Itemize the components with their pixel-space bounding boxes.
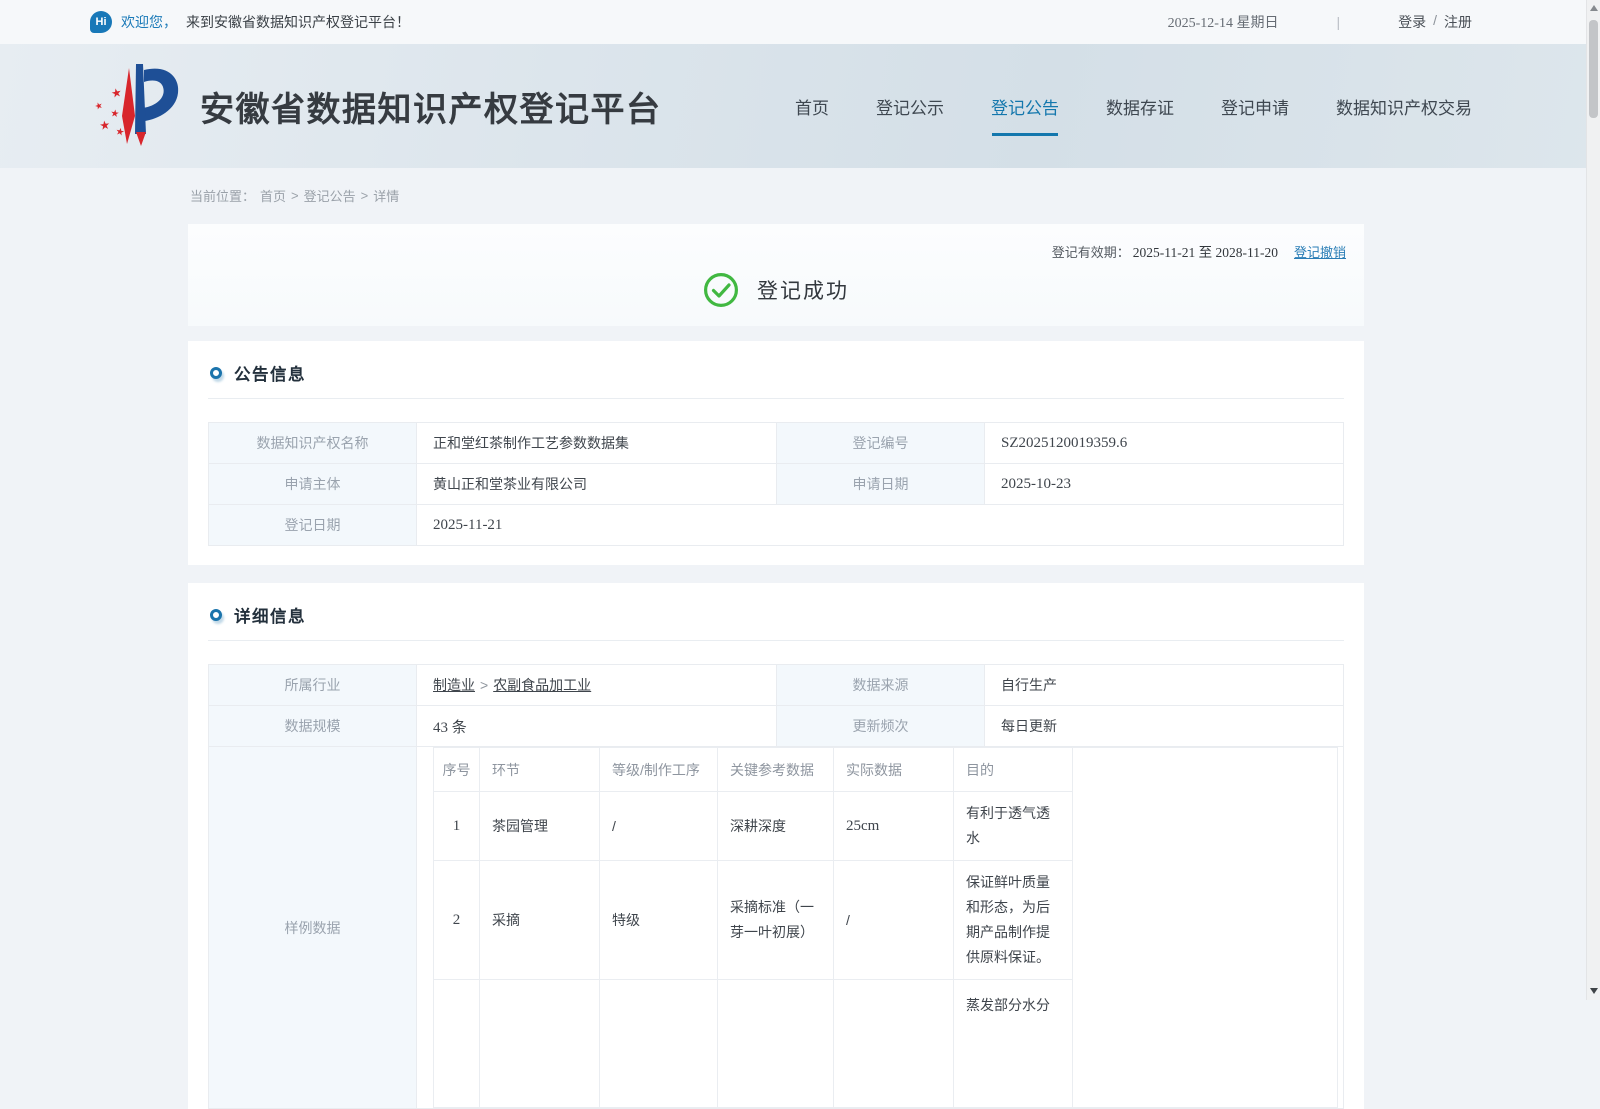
svg-text:★: ★ [114,126,125,139]
announcement-section-title: 公告信息 [234,361,306,385]
table-row: 所属行业 制造业 > 农副食品加工业 数据来源 自行生产 [209,665,1344,706]
breadcrumb-sep2: > [361,188,369,203]
sample-data-label: 样例数据 [209,747,417,1109]
detail-section-title: 详细信息 [234,603,306,627]
svg-text:★: ★ [110,85,123,101]
industry-separator: > [480,677,488,693]
svg-text:★: ★ [98,118,111,133]
validity-value: 2025-11-21 至 2028-11-20 [1133,241,1278,261]
applicant-value: 黄山正和堂茶业有限公司 [417,464,777,505]
industry-level1-link[interactable]: 制造业 [433,677,475,693]
scroll-up-arrow-icon[interactable] [1590,5,1598,11]
topbar: Hi 欢迎您， 来到安徽省数据知识产权登记平台！ 2025-12-14 星期日 … [0,0,1600,44]
announcement-card: 公告信息 数据知识产权名称 正和堂红茶制作工艺参数数据集 登记编号 SZ2025… [188,341,1364,565]
name-value: 正和堂红茶制作工艺参数数据集 [417,423,777,464]
scale-value: 43 条 [417,706,777,747]
industry-label: 所属行业 [209,665,417,706]
welcome-text: 来到安徽省数据知识产权登记平台！ [186,12,410,32]
col-actual: 实际数据 [834,748,954,792]
apply-date-label: 申请日期 [777,464,985,505]
applicant-label: 申请主体 [209,464,417,505]
reg-date-label: 登记日期 [209,505,417,546]
success-status-text: 登记成功 [757,275,849,305]
section-circle-icon [210,367,222,379]
industry-level2-link[interactable]: 农副食品加工业 [493,677,591,693]
nav-home[interactable]: 首页 [795,94,829,119]
col-key-ref: 关键参考数据 [718,748,834,792]
register-link[interactable]: 注册 [1444,12,1472,32]
scrollbar-thumb[interactable] [1589,20,1598,118]
auth-separator: / [1433,12,1437,32]
detail-table: 所属行业 制造业 > 农副食品加工业 数据来源 自行生产 数据规模 43 条 更新频… [208,664,1344,1109]
announcement-table: 数据知识产权名称 正和堂红茶制作工艺参数数据集 登记编号 SZ202512001… [208,422,1344,546]
table-row: 申请主体 黄山正和堂茶业有限公司 申请日期 2025-10-23 [209,464,1344,505]
breadcrumb-sep: > [291,188,299,203]
reg-no-label: 登记编号 [777,423,985,464]
main-nav: 首页 登记公示 登记公告 数据存证 登记申请 数据知识产权交易 [795,94,1472,119]
breadcrumb-section[interactable]: 登记公告 [304,186,356,205]
col-empty [1073,748,1338,1108]
reg-date-value: 2025-11-21 [417,505,1344,546]
nav-registration-publicity[interactable]: 登记公示 [876,94,944,119]
table-row: 数据规模 43 条 更新频次 每日更新 [209,706,1344,747]
welcome-highlight: 欢迎您， [121,12,177,32]
source-label: 数据来源 [777,665,985,706]
site-title: 安徽省数据知识产权登记平台 [200,82,662,131]
scroll-down-arrow-icon[interactable] [1590,988,1598,994]
hi-badge-icon: Hi [90,11,112,33]
platform-logo-icon: ★ ★ ★ ★ ★ [88,60,184,152]
breadcrumb-current: 详情 [373,186,399,205]
vertical-scrollbar[interactable] [1586,0,1600,1000]
col-stage: 环节 [480,748,600,792]
login-link[interactable]: 登录 [1398,12,1426,32]
col-grade: 等级/制作工序 [600,748,718,792]
current-date: 2025-12-14 星期日 [1168,12,1279,32]
section-circle-icon [210,609,222,621]
revoke-registration-link[interactable]: 登记撤销 [1294,242,1346,261]
success-card: 登记有效期： 2025-11-21 至 2028-11-20 登记撤销 登记成功 [188,224,1364,326]
detail-card: 详细信息 所属行业 制造业 > 农副食品加工业 数据来源 自行生产 数据规模 43 … [188,583,1364,1109]
scale-label: 数据规模 [209,706,417,747]
success-check-icon [703,272,739,308]
breadcrumb-label: 当前位置： [190,186,255,205]
breadcrumb: 当前位置： 首页 > 登记公告 > 详情 [190,186,1600,205]
topbar-divider: | [1336,14,1340,30]
sample-header-row: 序号 环节 等级/制作工序 关键参考数据 实际数据 目的 [434,748,1338,792]
frequency-label: 更新频次 [777,706,985,747]
apply-date-value: 2025-10-23 [985,464,1344,505]
table-row: 样例数据 序号 环节 等级/制作工序 关键参考数据 实际数据 目的 [209,747,1344,1109]
col-purpose: 目的 [954,748,1073,792]
col-seq: 序号 [434,748,480,792]
breadcrumb-home[interactable]: 首页 [260,186,286,205]
validity-label: 登记有效期： [1052,242,1130,261]
industry-value: 制造业 > 农副食品加工业 [417,665,777,706]
nav-registration-apply[interactable]: 登记申请 [1221,94,1289,119]
svg-text:★: ★ [110,108,120,120]
frequency-value: 每日更新 [985,706,1344,747]
sample-data-table: 序号 环节 等级/制作工序 关键参考数据 实际数据 目的 1 茶园管理 / 深耕… [433,747,1338,1108]
site-header: ★ ★ ★ ★ ★ 安徽省数据知识产权登记平台 首页 登记公示 登记公告 数据存… [0,44,1600,168]
nav-data-ip-trade[interactable]: 数据知识产权交易 [1336,94,1472,119]
table-row: 登记日期 2025-11-21 [209,505,1344,546]
name-label: 数据知识产权名称 [209,423,417,464]
reg-no-value: SZ2025120019359.6 [985,423,1344,464]
source-value: 自行生产 [985,665,1344,706]
sample-data-cell: 序号 环节 等级/制作工序 关键参考数据 实际数据 目的 1 茶园管理 / 深耕… [417,747,1344,1109]
nav-registration-announcement[interactable]: 登记公告 [991,94,1059,119]
svg-text:★: ★ [93,100,104,112]
nav-data-certification[interactable]: 数据存证 [1106,94,1174,119]
table-row: 数据知识产权名称 正和堂红茶制作工艺参数数据集 登记编号 SZ202512001… [209,423,1344,464]
